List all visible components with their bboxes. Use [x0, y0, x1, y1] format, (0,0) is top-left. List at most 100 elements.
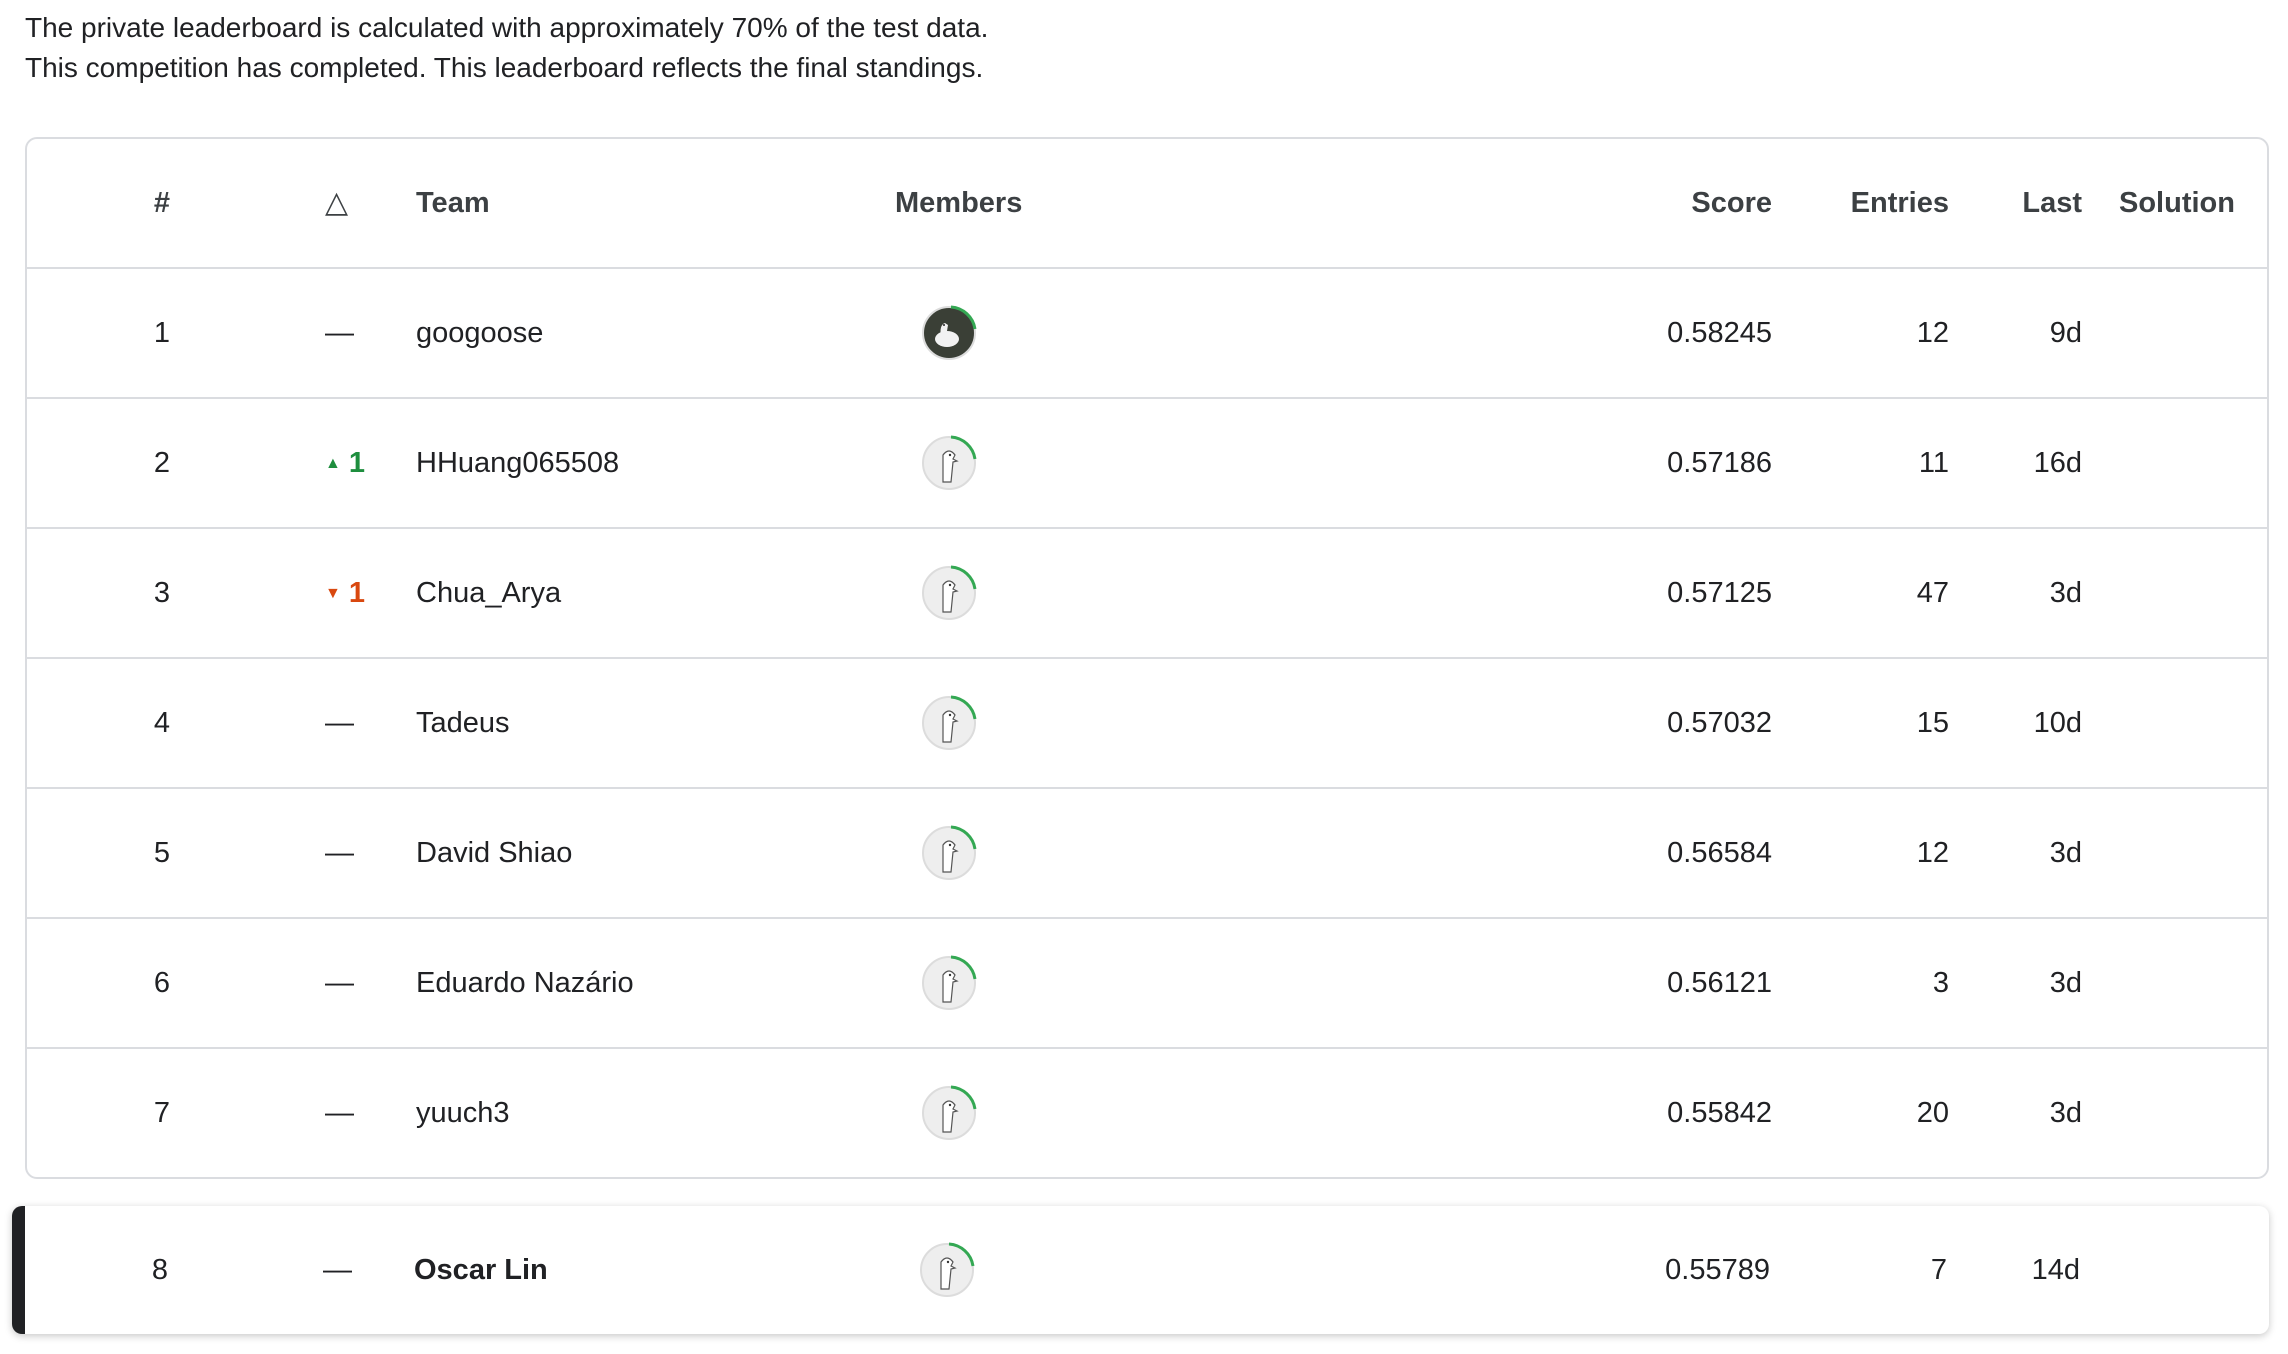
delta-cell: —	[282, 659, 392, 787]
delta-triangle-icon: △	[325, 186, 349, 219]
last-cell: 9d	[2049, 317, 2082, 349]
my-team-name[interactable]: Oscar Lin	[414, 1206, 894, 1334]
leaderboard-table: # △ Team Members Score Entries Last Solu…	[25, 137, 2269, 1179]
default-goose-avatar-icon[interactable]	[919, 1083, 979, 1143]
members-cell	[895, 399, 1015, 527]
table-row[interactable]: 1 — googoose 0.58245 12 9d	[27, 269, 2267, 399]
last-cell: 10d	[2033, 707, 2082, 739]
no-change-dash: —	[325, 707, 354, 739]
no-change-dash: —	[325, 1097, 354, 1129]
team-name[interactable]: David Shiao	[416, 789, 896, 917]
delta-cell: ▲ 1	[282, 399, 392, 527]
team-name[interactable]: Tadeus	[416, 659, 896, 787]
header-delta[interactable]: △	[282, 139, 392, 267]
default-goose-avatar-icon[interactable]	[919, 823, 979, 883]
members-cell	[895, 789, 1015, 917]
no-change-dash: —	[325, 317, 354, 349]
triangle-up-icon: ▲	[325, 455, 341, 473]
rank-cell: 7	[153, 1097, 171, 1129]
score-cell: 0.57032	[1667, 707, 1772, 739]
header-entries[interactable]: Entries	[1787, 139, 1949, 267]
last-cell: 3d	[2049, 1097, 2082, 1129]
my-team-delta: —	[280, 1206, 390, 1334]
solution-cell	[2102, 269, 2252, 397]
members-cell	[895, 529, 1015, 657]
rank-cell: 1	[153, 317, 171, 349]
header-team[interactable]: Team	[416, 139, 896, 267]
last-cell: 3d	[2049, 967, 2082, 999]
score-cell: 0.57186	[1667, 447, 1772, 479]
solution-cell	[2102, 789, 2252, 917]
my-team-score: 0.55789	[1665, 1254, 1770, 1286]
my-team-row[interactable]: 8 — Oscar Lin 0.55789 7 14d	[12, 1206, 2269, 1334]
my-team-highlight-bar	[12, 1206, 25, 1334]
solution-cell	[2102, 529, 2252, 657]
header-last[interactable]: Last	[1967, 139, 2082, 267]
rank-up-indicator: ▲ 1	[282, 447, 365, 479]
no-change-dash: —	[325, 837, 354, 869]
rank-change-value: 1	[348, 577, 365, 609]
table-row[interactable]: 3 ▼ 1 Chua_Arya 0.57125 47 3d	[27, 529, 2267, 659]
my-team-members	[893, 1206, 1013, 1334]
score-cell: 0.57125	[1667, 577, 1772, 609]
score-cell: 0.56584	[1667, 837, 1772, 869]
private-leaderboard-note: The private leaderboard is calculated wi…	[25, 12, 989, 43]
last-cell: 3d	[2049, 837, 2082, 869]
members-cell	[895, 659, 1015, 787]
solution-cell	[2102, 399, 2252, 527]
rank-cell: 2	[153, 447, 171, 479]
members-cell	[895, 1049, 1015, 1177]
last-cell: 3d	[2049, 577, 2082, 609]
rank-cell: 5	[153, 837, 171, 869]
my-team-entries: 7	[1930, 1254, 1947, 1286]
team-name[interactable]: Chua_Arya	[416, 529, 896, 657]
members-cell	[895, 269, 1015, 397]
solution-cell	[2102, 919, 2252, 1047]
table-header-row: # △ Team Members Score Entries Last Solu…	[27, 139, 2267, 269]
default-goose-avatar-icon[interactable]	[917, 1240, 977, 1300]
rank-cell: 6	[153, 967, 171, 999]
header-members[interactable]: Members	[895, 139, 1022, 267]
table-row[interactable]: 7 — yuuch3 0.55842 20 3d	[27, 1049, 2267, 1177]
rank-down-indicator: ▼ 1	[282, 577, 365, 609]
team-name[interactable]: googoose	[416, 269, 896, 397]
my-team-last: 14d	[2031, 1254, 2080, 1286]
no-change-dash: —	[325, 967, 354, 999]
delta-cell: —	[282, 919, 392, 1047]
team-name[interactable]: yuuch3	[416, 1049, 896, 1177]
header-rank[interactable]: #	[122, 139, 202, 267]
table-row[interactable]: 5 — David Shiao 0.56584 12 3d	[27, 789, 2267, 919]
table-row[interactable]: 4 — Tadeus 0.57032 15 10d	[27, 659, 2267, 789]
triangle-down-icon: ▼	[325, 585, 341, 603]
default-goose-avatar-icon[interactable]	[919, 433, 979, 493]
table-row[interactable]: 2 ▲ 1 HHuang065508 0.57186 11 16d	[27, 399, 2267, 529]
entries-cell: 3	[1932, 967, 1949, 999]
score-cell: 0.55842	[1667, 1097, 1772, 1129]
solution-cell	[2102, 659, 2252, 787]
default-goose-avatar-icon[interactable]	[919, 693, 979, 753]
score-cell: 0.56121	[1667, 967, 1772, 999]
header-score[interactable]: Score	[1547, 139, 1772, 267]
entries-cell: 12	[1916, 837, 1949, 869]
score-cell: 0.58245	[1667, 317, 1772, 349]
last-cell: 16d	[2033, 447, 2082, 479]
entries-cell: 11	[1918, 447, 1949, 479]
entries-cell: 15	[1916, 707, 1949, 739]
entries-cell: 12	[1916, 317, 1949, 349]
team-name[interactable]: Eduardo Nazário	[416, 919, 896, 1047]
no-change-dash: —	[323, 1254, 352, 1286]
delta-cell: —	[282, 789, 392, 917]
entries-cell: 47	[1916, 577, 1949, 609]
delta-cell: —	[282, 269, 392, 397]
table-row[interactable]: 6 — Eduardo Nazário 0.56121 3 3d	[27, 919, 2267, 1049]
team-name[interactable]: HHuang065508	[416, 399, 896, 527]
entries-cell: 20	[1916, 1097, 1949, 1129]
leaderboard-notes: The private leaderboard is calculated wi…	[25, 8, 988, 88]
photo-avatar-icon[interactable]	[919, 303, 979, 363]
rank-cell: 4	[153, 707, 171, 739]
my-team-rank: 8	[151, 1254, 169, 1286]
delta-cell: ▼ 1	[282, 529, 392, 657]
header-solution[interactable]: Solution	[2102, 139, 2252, 267]
default-goose-avatar-icon[interactable]	[919, 953, 979, 1013]
default-goose-avatar-icon[interactable]	[919, 563, 979, 623]
